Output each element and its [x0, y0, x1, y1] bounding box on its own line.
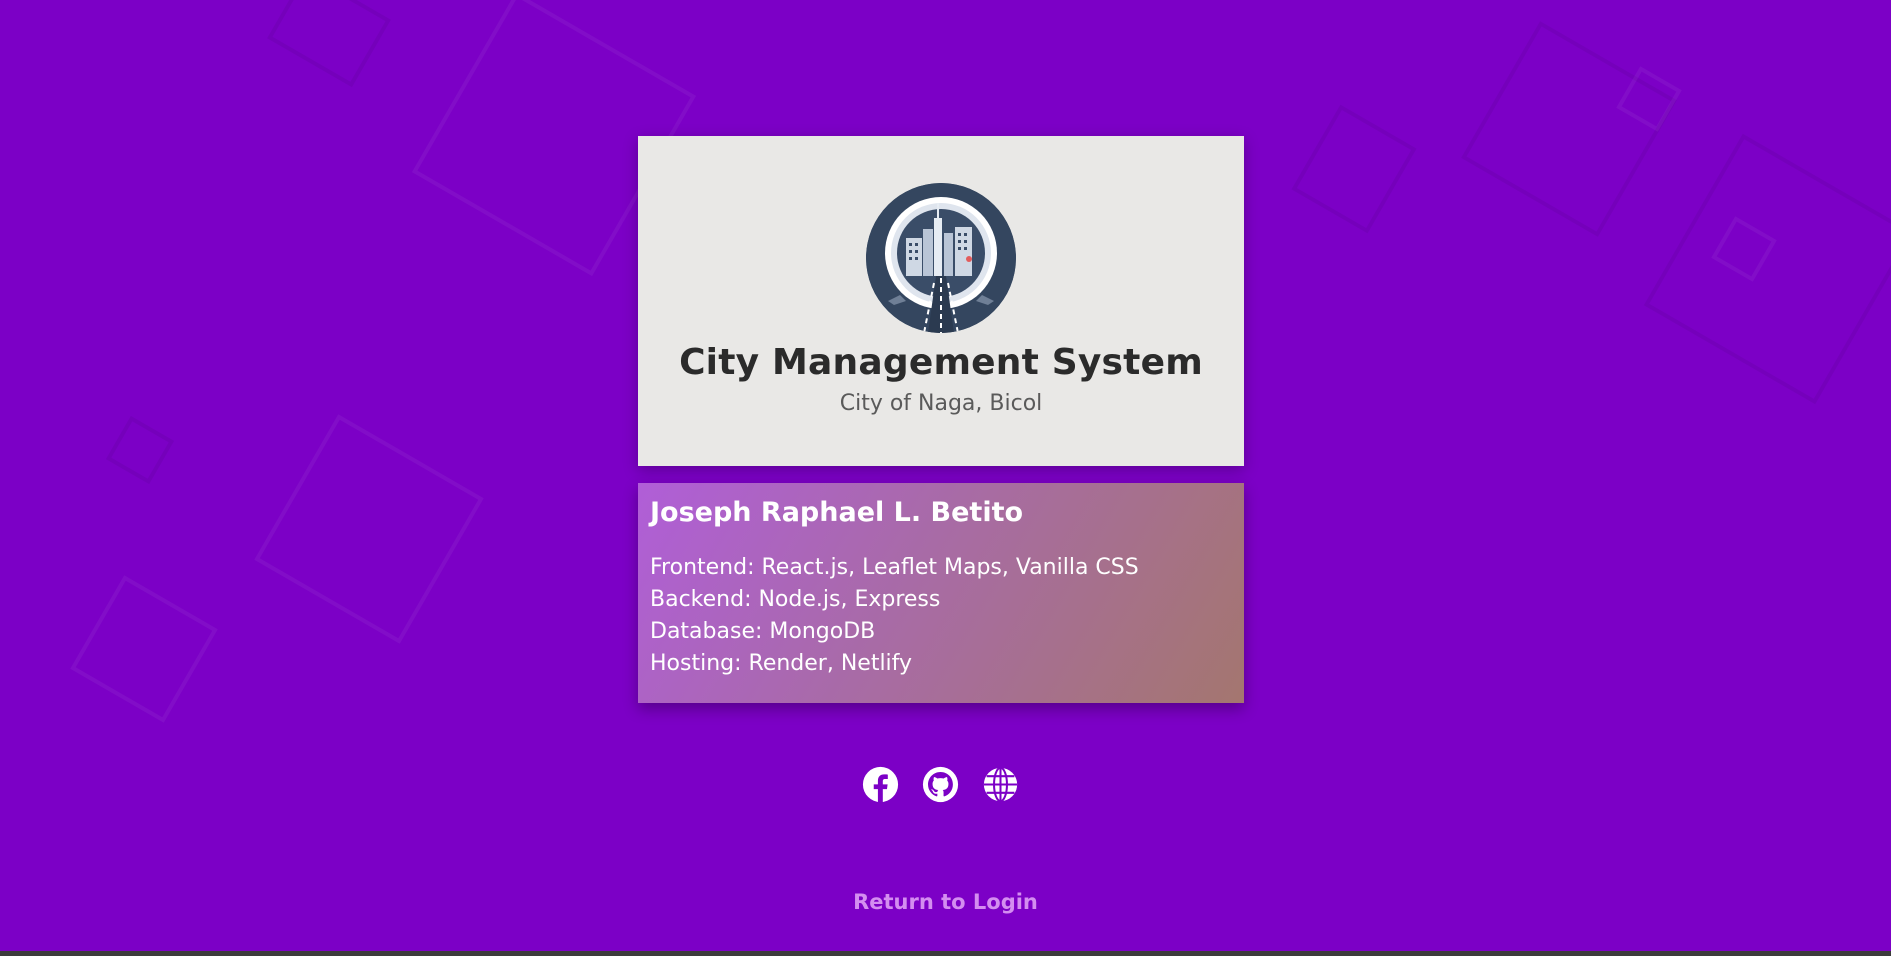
- decor-square: [1643, 133, 1891, 405]
- social-links: [862, 764, 1022, 804]
- stack-database: Database: MongoDB: [650, 619, 876, 644]
- decor-square: [254, 414, 484, 644]
- bottom-edge-bar: [0, 951, 1891, 956]
- header-card: City Management System City of Naga, Bic…: [638, 136, 1244, 466]
- return-to-login-link[interactable]: Return to Login: [0, 890, 1891, 914]
- decor-square: [1461, 21, 1677, 237]
- developer-card: Joseph Raphael L. Betito Frontend: React…: [638, 483, 1244, 703]
- page-subtitle: City of Naga, Bicol: [839, 391, 1043, 416]
- globe-icon[interactable]: [982, 766, 1019, 803]
- decor-square: [105, 415, 175, 485]
- decor-square: [1291, 104, 1417, 234]
- facebook-icon[interactable]: [862, 766, 899, 803]
- city-skyline-logo: [866, 183, 1016, 333]
- decor-square: [1616, 66, 1682, 132]
- stack-hosting: Hosting: Render, Netlify: [650, 651, 913, 676]
- decor-square: [267, 0, 391, 88]
- github-icon[interactable]: [922, 766, 959, 803]
- decor-square: [70, 575, 218, 723]
- page-title: City Management System: [679, 342, 1203, 383]
- stack-backend: Backend: Node.js, Express: [650, 587, 941, 612]
- developer-name: Joseph Raphael L. Betito: [650, 497, 1024, 528]
- stack-frontend: Frontend: React.js, Leaflet Maps, Vanill…: [650, 555, 1139, 580]
- decor-square: [1711, 216, 1777, 282]
